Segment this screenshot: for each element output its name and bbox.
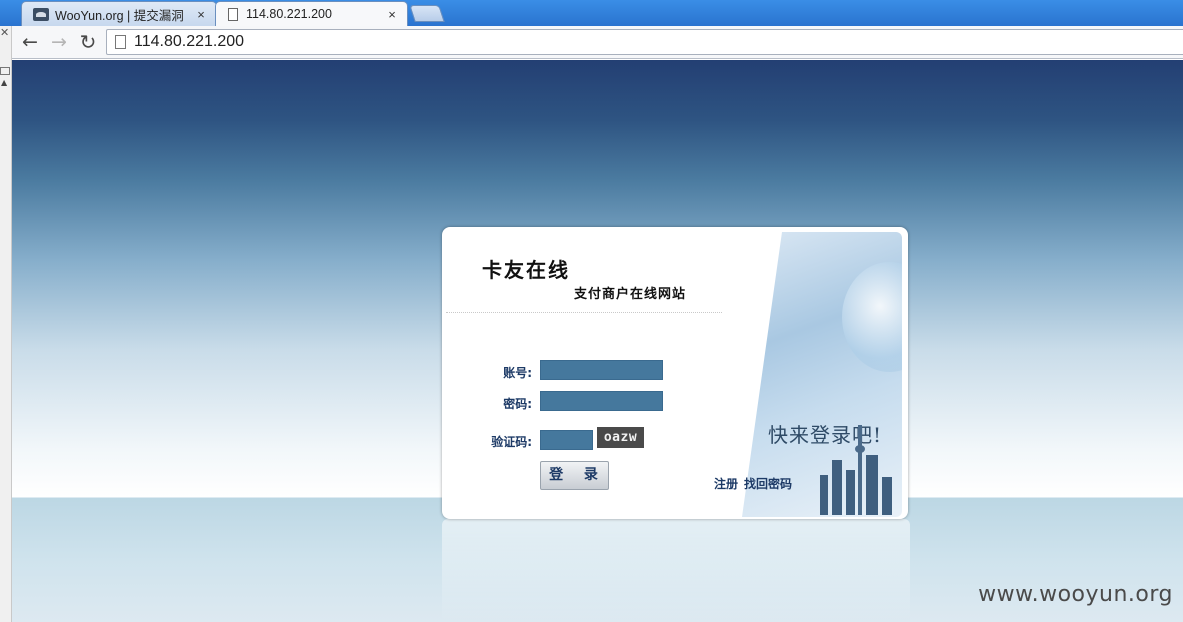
account-input[interactable] [540,360,663,380]
wooyun-favicon-icon [33,7,49,21]
tab-wooyun[interactable]: WooYun.org | 提交漏洞 × [21,1,217,26]
tab-current-page[interactable]: 114.80.221.200 × [215,1,408,26]
login-card: 卡友在线 支付商户在线网站 快来登录吧! 账号: 密码: 验证码: oazw 登… [442,227,908,519]
register-link[interactable]: 注册 [714,475,738,492]
account-label: 账号: [503,366,532,380]
back-arrow-icon[interactable]: ← [18,30,42,54]
browser-toolbar: ← → ↻ 114.80.221.200 [0,26,1183,59]
close-tab-icon[interactable]: × [192,7,210,22]
scroll-up-icon[interactable]: ▲ [1,78,7,87]
watermark: www.wooyun.org [978,582,1173,607]
address-text[interactable]: 114.80.221.200 [134,33,244,51]
page-icon [228,7,238,21]
tab-title: 114.80.221.200 [246,7,332,21]
banner-slogan: 快来登录吧! [768,423,883,447]
restore-icon[interactable] [0,67,10,75]
address-bar[interactable]: 114.80.221.200 [106,29,1183,55]
card-reflection [442,519,910,622]
building-icon [832,460,842,515]
browser-tab-strip: WooYun.org | 提交漏洞 × 114.80.221.200 × [0,0,1183,26]
recover-password-link[interactable]: 找回密码 [744,475,792,492]
captcha-image[interactable]: oazw [597,427,644,448]
globe-icon [842,262,902,372]
forward-arrow-icon[interactable]: → [47,30,71,54]
login-button[interactable]: 登 录 [540,461,609,490]
reload-icon[interactable]: ↻ [76,30,100,54]
header-divider [446,312,722,313]
tab-title: WooYun.org | 提交漏洞 [55,8,184,23]
building-icon [820,475,828,515]
building-icon [882,477,892,515]
close-icon[interactable]: ✕ [0,26,9,39]
new-tab-button[interactable] [409,5,445,22]
password-label: 密码: [503,397,532,411]
page-background: 卡友在线 支付商户在线网站 快来登录吧! 账号: 密码: 验证码: oazw 登… [12,60,1183,622]
building-icon [846,470,855,515]
captcha-input[interactable] [540,430,593,450]
page-icon [115,35,126,49]
brand-subtitle: 支付商户在线网站 [574,287,687,302]
card-edge-mark [442,274,445,280]
password-input[interactable] [540,391,663,411]
brand-title: 卡友在线 [482,258,570,282]
captcha-label: 验证码: [491,435,532,449]
tower-icon [855,425,865,515]
left-frame-strip: ✕ ▲ [0,26,12,622]
close-tab-icon[interactable]: × [383,7,401,22]
building-icon [866,455,878,515]
